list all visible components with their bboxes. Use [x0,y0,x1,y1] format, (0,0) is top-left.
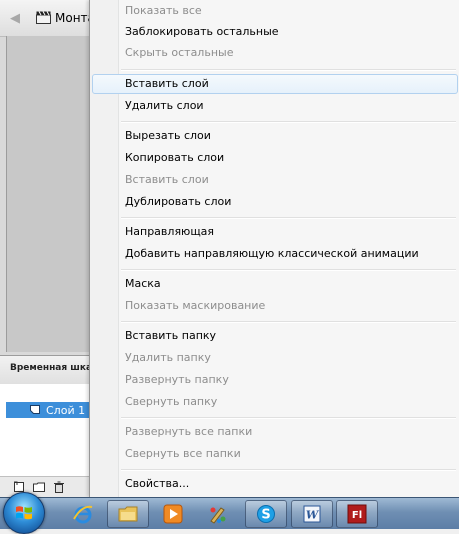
menu-item-insert-layer[interactable]: Вставить слой [92,74,458,94]
menu-item-collapse-all-folders[interactable]: Свернуть все папки [92,444,458,464]
menu-item-collapse-folder[interactable]: Свернуть папку [92,392,458,412]
menu-item-lock-others[interactable]: Заблокировать остальные [92,22,458,42]
menu-item-show-all[interactable]: Показать все [92,1,458,21]
taskbar-paint-button[interactable] [197,500,239,528]
menu-separator [121,417,456,419]
folder-icon [118,506,138,522]
layers-list: Слой 1 [0,384,96,476]
ie-icon [73,505,93,524]
layer-row[interactable]: Слой 1 [6,402,96,418]
taskbar-media-player-button[interactable] [152,500,194,528]
menu-separator [121,69,456,71]
menu-item-delete-layers[interactable]: Удалить слои [92,96,458,116]
taskbar-word-button[interactable]: W [291,500,333,528]
menu-separator [121,321,456,323]
menu-item-expand-folder[interactable]: Развернуть папку [92,370,458,390]
menu-item-duplicate-layers[interactable]: Дублировать слои [92,192,458,212]
menu-item-cut-layers[interactable]: Вырезать слои [92,126,458,146]
paint-icon [210,507,226,524]
menu-item-copy-layers[interactable]: Копировать слои [92,148,458,168]
menu-item-properties[interactable]: Свойства... [92,474,458,494]
menu-item-hide-others[interactable]: Скрыть остальные [92,43,458,63]
media-player-icon [163,504,183,524]
svg-text:Fl: Fl [352,510,362,521]
taskbar-explorer-button[interactable] [107,500,149,528]
menu-separator [121,217,456,219]
menu-separator [121,469,456,471]
stage-area [6,36,97,352]
windows-logo-icon [16,506,32,520]
layer-icon [30,405,40,414]
back-arrow-icon[interactable]: ◀ [10,11,20,26]
taskbar-ie-button[interactable] [62,500,104,528]
menu-separator [121,121,456,123]
menu-item-guide[interactable]: Направляющая [92,222,458,242]
menu-item-expand-all-folders[interactable]: Развернуть все папки [92,422,458,442]
menu-item-paste-layers[interactable]: Вставить слои [92,170,458,190]
layer-context-menu: Показать все Заблокировать остальные Скр… [89,0,459,497]
menu-item-insert-folder[interactable]: Вставить папку [92,326,458,346]
svg-text:W: W [306,509,320,522]
windows-taskbar: S W Fl [0,492,459,534]
svg-text:S: S [261,508,270,523]
menu-separator [121,269,456,271]
layer-name: Слой 1 [46,404,86,417]
flash-application-panel: ◀ Монта Временная шкала Слой 1 [0,0,105,498]
new-folder-icon[interactable] [32,480,46,494]
edit-bar: ◀ Монта [0,0,96,37]
menu-item-mask[interactable]: Маска [92,274,458,294]
menu-item-add-classic-motion-guide[interactable]: Добавить направляющую классической анима… [92,244,458,264]
timeline-panel-header: Временная шкала [0,355,105,385]
flash-icon: Fl [347,504,367,524]
trash-icon[interactable] [52,480,66,494]
taskbar-flash-button[interactable]: Fl [336,500,378,528]
menu-item-delete-folder[interactable]: Удалить папку [92,348,458,368]
skype-icon: S [257,505,275,523]
word-icon: W [303,505,321,523]
menu-item-show-masking[interactable]: Показать маскирование [92,296,458,316]
scene-clapperboard-icon[interactable] [36,11,51,24]
taskbar-skype-button[interactable]: S [245,500,287,528]
